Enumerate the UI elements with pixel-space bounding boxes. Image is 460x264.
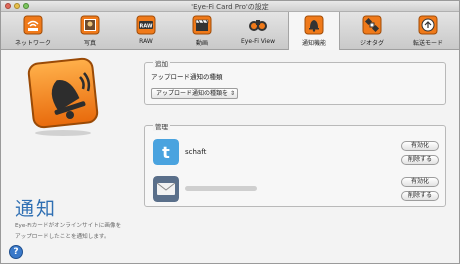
- transfer-mode-icon: [418, 15, 438, 35]
- enable-button[interactable]: 有効化: [401, 141, 439, 151]
- notification-type-select[interactable]: アップロード通知の種類を ⇕: [151, 88, 238, 99]
- bell-icon: [27, 57, 99, 136]
- window-title: 'Eye-Fi Card Pro'の設定: [191, 3, 269, 11]
- delete-button[interactable]: 削除する: [401, 191, 439, 201]
- notification-type-label: アップロード通知の種類: [151, 73, 223, 81]
- bell-icon: [304, 15, 324, 35]
- twitter-icon: t: [153, 139, 179, 165]
- email-icon: [153, 176, 179, 202]
- tab-label: 転送モード: [412, 40, 443, 47]
- tab-label: 通知機能: [301, 40, 326, 47]
- manage-group-title: 管理: [153, 121, 170, 131]
- tab-geotag[interactable]: ジオタグ: [346, 12, 398, 49]
- tab-photos[interactable]: 写真: [64, 12, 116, 49]
- add-notification-group: 追加 アップロード通知の種類 アップロード通知の種類を ⇕: [144, 58, 446, 105]
- tab-network[interactable]: ネットワーク: [7, 12, 59, 49]
- account-name: schaft: [185, 148, 207, 156]
- tab-label: RAW: [139, 38, 153, 45]
- tab-label: ジオタグ: [359, 40, 384, 47]
- tab-video[interactable]: 動画: [176, 12, 228, 49]
- enable-button[interactable]: 有効化: [401, 177, 439, 187]
- tab-label: 写真: [83, 40, 96, 47]
- updown-arrow-icon: ⇕: [229, 90, 235, 97]
- delete-button[interactable]: 削除する: [401, 155, 439, 165]
- title-bar: 'Eye-Fi Card Pro'の設定: [1, 1, 459, 12]
- description-line: アップロードしたことを通知します。: [15, 234, 110, 240]
- settings-toolbar: ネットワーク 写真 RAW RAW 動画 Eye-Fi View 通知機能 ジオ…: [1, 12, 459, 50]
- help-button[interactable]: ?: [9, 245, 23, 259]
- add-group-title: 追加: [153, 58, 170, 68]
- wifi-router-icon: [23, 15, 43, 35]
- satellite-icon: [362, 15, 382, 35]
- page-title: 通知: [15, 198, 58, 220]
- svg-text:RAW: RAW: [139, 23, 152, 29]
- left-panel: 通知 Eye-Fiカードがオンラインサイトに画像を アップロードしたことを通知し…: [1, 51, 143, 263]
- tab-label: ネットワーク: [14, 40, 51, 47]
- tab-raw[interactable]: RAW RAW: [120, 12, 172, 49]
- email-address-redacted: [185, 186, 257, 191]
- manage-accounts-group: 管理 t schaft 有効化 削除する 有効化 削除する: [144, 121, 446, 207]
- tab-label: 動画: [195, 40, 208, 47]
- description-line: Eye-Fiカードがオンラインサイトに画像を: [15, 223, 122, 229]
- raw-icon: RAW: [136, 15, 156, 35]
- page-description: Eye-Fiカードがオンラインサイトに画像を アップロードしたことを通知します。: [15, 221, 143, 243]
- binoculars-icon: [249, 20, 267, 31]
- tab-label: Eye-Fi View: [240, 38, 276, 45]
- photo-film-icon: [80, 15, 100, 35]
- tab-transfer-mode[interactable]: 転送モード: [402, 12, 454, 49]
- svg-text:t: t: [162, 143, 170, 162]
- video-clapper-icon: [192, 15, 212, 35]
- notification-type-value: アップロード通知の種類を: [156, 90, 229, 97]
- settings-window: 'Eye-Fi Card Pro'の設定 ネットワーク 写真 RAW RAW 動…: [0, 0, 460, 264]
- tab-eyefi-view[interactable]: Eye-Fi View: [232, 12, 284, 49]
- tab-notifications[interactable]: 通知機能: [288, 12, 340, 50]
